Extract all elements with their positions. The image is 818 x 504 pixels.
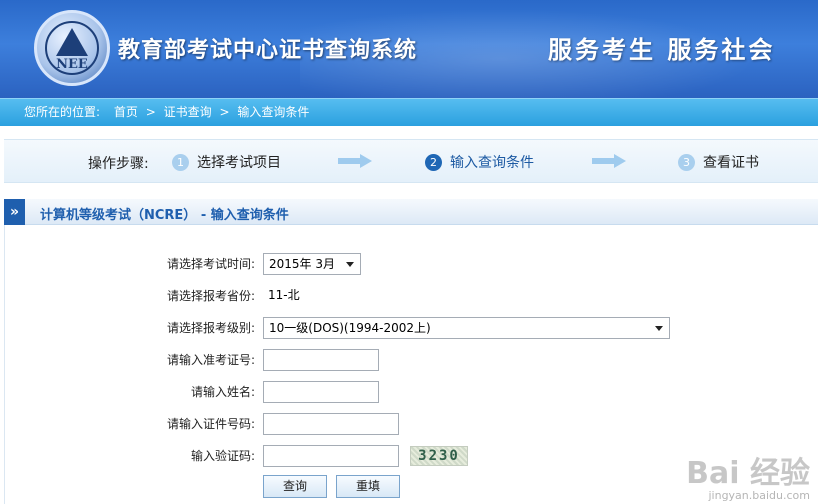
id-number-input[interactable] xyxy=(263,413,399,435)
breadcrumb-prefix: 您所在的位置: xyxy=(24,105,101,119)
steps-label: 操作步骤: xyxy=(88,156,149,172)
step-number-badge: 1 xyxy=(172,154,189,171)
province-value: 11-北 xyxy=(268,288,300,302)
arrow-right-icon xyxy=(338,154,372,168)
captcha-image[interactable]: 3230 xyxy=(410,446,468,466)
logo-triangle-icon xyxy=(56,28,88,56)
name-input[interactable] xyxy=(263,381,379,403)
exam-time-value: 2015年 3月 xyxy=(269,257,335,271)
exam-time-label: 请选择考试时间: xyxy=(166,257,255,271)
chevron-down-icon xyxy=(655,326,663,331)
step-number-badge: 3 xyxy=(678,154,695,171)
form-row-id: 请输入证件号码: xyxy=(5,413,818,435)
breadcrumb: 您所在的位置: 首页 > 证书查询 > 输入查询条件 xyxy=(0,98,818,126)
baidu-jingyan-watermark: Bai 经验 jingyan.baidu.com xyxy=(686,456,810,503)
id-number-label: 请输入证件号码: xyxy=(166,417,255,431)
double-chevron-right-icon: » xyxy=(4,199,25,225)
breadcrumb-separator: > xyxy=(219,105,230,119)
header-banner: NEE 教育部考试中心证书查询系统 服务考生 服务社会 xyxy=(0,0,818,98)
watermark-brand: Bai 经验 xyxy=(686,456,810,491)
steps-bar: 操作步骤: 1 选择考试项目 2 输入查询条件 3 查看证书 xyxy=(4,139,818,183)
reset-button[interactable]: 重填 xyxy=(336,475,400,498)
watermark-url: jingyan.baidu.com xyxy=(708,489,810,502)
form-row-exam-time: 请选择考试时间: 2015年 3月 xyxy=(5,253,818,275)
form-row-name: 请输入姓名: xyxy=(5,381,818,403)
logo-text: NEE xyxy=(56,57,88,72)
arrow-right-icon xyxy=(592,154,626,168)
ticket-number-label: 请输入准考证号: xyxy=(166,353,255,367)
captcha-label: 输入验证码: xyxy=(190,449,255,463)
step-label: 查看证书 xyxy=(703,155,759,171)
level-select[interactable]: 10一级(DOS)(1994-2002上) xyxy=(263,317,670,339)
breadcrumb-separator: > xyxy=(145,105,156,119)
site-slogan: 服务考生 服务社会 xyxy=(548,35,776,64)
ticket-number-input[interactable] xyxy=(263,349,379,371)
section-title: 计算机等级考试（NCRE） - 输入查询条件 xyxy=(40,208,289,223)
province-label: 请选择报考省份: xyxy=(166,289,255,303)
form-row-ticket: 请输入准考证号: xyxy=(5,349,818,371)
captcha-input[interactable] xyxy=(263,445,399,467)
name-label: 请输入姓名: xyxy=(190,385,255,399)
section-header: » 计算机等级考试（NCRE） - 输入查询条件 xyxy=(4,199,818,225)
level-label: 请选择报考级别: xyxy=(166,321,255,335)
exam-time-select[interactable]: 2015年 3月 xyxy=(263,253,361,275)
step-3: 3 查看证书 xyxy=(678,152,759,172)
site-title: 教育部考试中心证书查询系统 xyxy=(118,38,418,63)
form-row-province: 请选择报考省份: 11-北 xyxy=(5,285,818,307)
form-row-level: 请选择报考级别: 10一级(DOS)(1994-2002上) xyxy=(5,317,818,339)
breadcrumb-certificate-link[interactable]: 证书查询 xyxy=(164,99,212,126)
province-select[interactable]: 11-北 xyxy=(263,285,303,307)
step-number-badge: 2 xyxy=(425,154,442,171)
step-1: 1 选择考试项目 xyxy=(172,152,281,172)
step-label: 输入查询条件 xyxy=(450,155,534,171)
breadcrumb-current: 输入查询条件 xyxy=(237,105,310,119)
step-2: 2 输入查询条件 xyxy=(425,152,534,172)
step-label: 选择考试项目 xyxy=(197,155,281,171)
breadcrumb-home-link[interactable]: 首页 xyxy=(114,99,138,126)
chevron-down-icon xyxy=(346,262,354,267)
nee-logo: NEE xyxy=(34,10,110,86)
level-value: 10一级(DOS)(1994-2002上) xyxy=(269,321,431,335)
query-button[interactable]: 查询 xyxy=(263,475,327,498)
